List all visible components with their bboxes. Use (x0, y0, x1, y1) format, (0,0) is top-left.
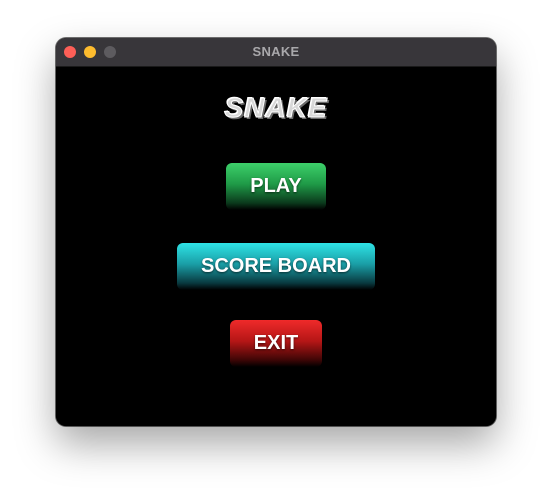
game-menu: SNAKE PLAY SCORE BOARD EXIT (56, 67, 496, 426)
window-title: SNAKE (252, 44, 300, 59)
game-title: SNAKE (224, 92, 328, 124)
exit-button[interactable]: EXIT (230, 320, 322, 367)
title-bar: SNAKE (56, 38, 496, 67)
play-button[interactable]: PLAY (226, 163, 326, 210)
score-board-button[interactable]: SCORE BOARD (177, 243, 375, 290)
app-window: SNAKE SNAKE PLAY SCORE BOARD EXIT (56, 38, 496, 426)
